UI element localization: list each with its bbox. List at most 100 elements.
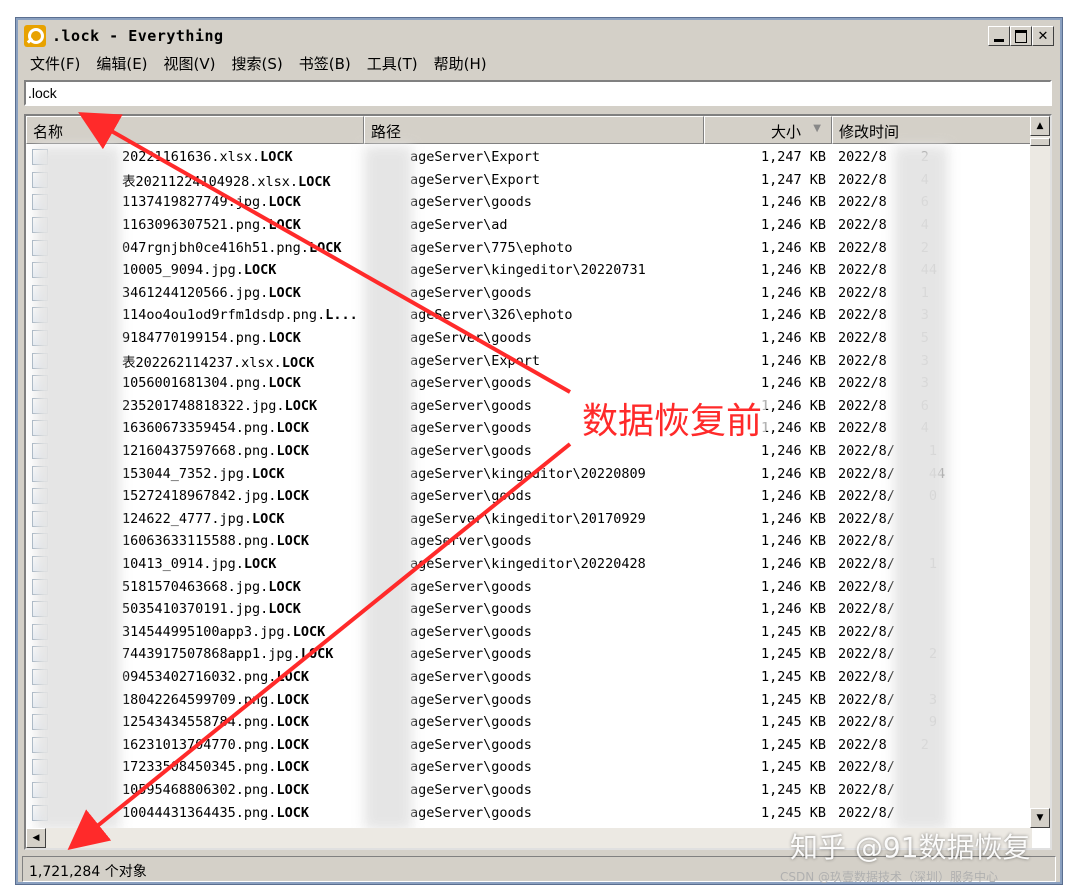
table-row[interactable]: 10413_0914.jpg.LOCK ageServer\kingeditor\…	[26, 553, 1032, 576]
menu-help[interactable]: 帮助(H)	[426, 53, 495, 74]
table-row[interactable]: 15272418967842.jpg.LOCK ageServer\goods 1,…	[26, 485, 1032, 508]
table-row[interactable]: 114oo4ou1od9rfm1dsdp.png.L... ageServer\3…	[26, 304, 1032, 327]
column-size-label: 大小	[770, 123, 801, 141]
table-row[interactable]: 5181570463668.jpg.LOCK ageServer\goods 1,2…	[26, 575, 1032, 598]
file-path: ageServer\goods	[410, 443, 532, 460]
file-date-value: 2022/8	[838, 352, 887, 369]
menu-file[interactable]: 文件(F)	[22, 53, 88, 74]
scroll-up-icon[interactable]: ▲	[1030, 116, 1050, 136]
table-row[interactable]: 10005_9094.jpg.LOCK ageServer\kingeditor\…	[26, 259, 1032, 282]
table-row[interactable]: 3461244120566.jpg.LOCK ageServer\goods 1,2…	[26, 282, 1032, 305]
table-row[interactable]: 7443917507868app1.jpg.LOCK ageServer\good…	[26, 643, 1032, 666]
file-name-base: 10044431364435.png.	[122, 804, 277, 821]
table-row[interactable]: 16360673359454.png.LOCK ageServer\goods 1,…	[26, 417, 1032, 440]
file-name-ext: LOCK	[292, 623, 326, 640]
close-button[interactable]: ✕	[1032, 26, 1054, 46]
table-row[interactable]: 表20211224104928.xlsx.LOCK ageServer\Expor…	[26, 169, 1032, 192]
menu-tools[interactable]: 工具(T)	[359, 53, 426, 74]
file-name-ext: LOCK	[243, 555, 277, 572]
menu-bookmarks[interactable]: 书签(B)	[291, 53, 359, 74]
menu-bar: 文件(F) 编辑(E) 视图(V) 搜索(S) 书签(B) 工具(T) 帮助(H…	[22, 50, 1056, 76]
file-name-ext: LOCK	[252, 510, 285, 527]
file-size: 1,246 KB	[760, 375, 826, 392]
table-row[interactable]: 12543434558784.png.LOCK ageServer\goods 1,…	[26, 711, 1032, 734]
results-list[interactable]: 名称 路径 大小 ▼ 修改时间 20221161636.xlsx.LOCK ageS…	[24, 114, 1052, 850]
table-row[interactable]: 9184770199154.png.LOCK ageServer\goods 1,2…	[26, 327, 1032, 350]
file-name-base: 16063633115588.png.	[122, 533, 277, 550]
file-name-ext: LOCK	[276, 804, 309, 821]
scroll-left-icon[interactable]: ◀	[26, 828, 46, 848]
scroll-down-icon[interactable]: ▼	[1030, 808, 1050, 828]
file-path: ageServer\goods	[410, 194, 532, 211]
maximize-button[interactable]	[1010, 26, 1032, 46]
file-date-value: 2022/8	[838, 149, 887, 166]
file-date-value: 2022/8/	[838, 623, 895, 640]
table-row[interactable]: 17233508450345.png.LOCK ageServer\goods 1,…	[26, 756, 1032, 779]
file-path: ageServer\kingeditor\20220809	[410, 465, 646, 482]
table-row[interactable]: 5035410370191.jpg.LOCK ageServer\goods 1,2…	[26, 598, 1032, 621]
table-row[interactable]: 09453402716032.png.LOCK ageServer\goods 1,…	[26, 666, 1032, 689]
file-path: ageServer\ad	[410, 217, 508, 234]
file-size: 1,246 KB	[760, 578, 826, 595]
file-size: 1,246 KB	[760, 330, 826, 347]
table-row[interactable]: 表202262114237.xlsx.LOCK ageServer\Export 1…	[26, 349, 1032, 372]
table-row[interactable]: 1056001681304.png.LOCK ageServer\goods 1,2…	[26, 372, 1032, 395]
search-input[interactable]: .lock	[24, 80, 1052, 106]
table-row[interactable]: 18042264599709.png.LOCK ageServer\goods 1,…	[26, 688, 1032, 711]
file-date-value: 2022/8	[838, 375, 887, 392]
table-row[interactable]: 235201748818322.jpg.LOCK ageServer\goods 1…	[26, 395, 1032, 418]
table-row[interactable]: 047rgnjbh0ce416h51.png.LOCK ageServer\775…	[26, 236, 1032, 259]
file-name-base: 16360673359454.png.	[122, 420, 277, 437]
file-name-ext: LOCK	[276, 736, 309, 753]
file-path: ageServer\goods	[410, 781, 532, 798]
file-name-base: 17233508450345.png.	[122, 759, 277, 776]
table-row[interactable]: 16231013704770.png.LOCK ageServer\goods 1,…	[26, 733, 1032, 756]
menu-edit[interactable]: 编辑(E)	[88, 53, 155, 74]
table-row[interactable]: 20221161636.xlsx.LOCK ageServer\Export 1,2…	[26, 146, 1032, 169]
file-name-base: 10413_0914.jpg.	[122, 555, 244, 572]
table-row[interactable]: 1137419827749.jpg.LOCK ageServer\goods 1,2…	[26, 191, 1032, 214]
file-name-base: 10005_9094.jpg.	[122, 262, 244, 279]
table-row[interactable]: 10595468806302.png.LOCK ageServer\goods 1,…	[26, 779, 1032, 802]
table-row[interactable]: 10044431364435.png.LOCK ageServer\goods 1,…	[26, 801, 1032, 824]
file-date-value: 2022/8/	[838, 714, 895, 731]
file-size: 1,245 KB	[760, 804, 826, 821]
table-row[interactable]: 314544995100app3.jpg.LOCK ageServer\goods…	[26, 620, 1032, 643]
table-row[interactable]: 124622_4777.jpg.LOCK ageServer\kingeditor…	[26, 508, 1032, 531]
table-row[interactable]: 1163096307521.png.LOCK ageServer\ad 1,246 …	[26, 214, 1032, 237]
file-path: ageServer\goods	[410, 533, 532, 550]
file-name-ext: LOCK	[276, 488, 309, 505]
file-date-value: 2022/8/	[838, 691, 895, 708]
vertical-scrollbar[interactable]: ▲ ▼	[1030, 116, 1050, 828]
window-title: .lock - Everything	[52, 27, 224, 45]
file-date-value: 2022/8	[838, 330, 887, 347]
column-path-header[interactable]: 路径	[364, 116, 704, 144]
file-name-ext: LOCK	[268, 284, 301, 301]
table-row[interactable]: 12160437597668.png.LOCK ageServer\goods 1,…	[26, 440, 1032, 463]
title-bar[interactable]: .lock - Everything ✕	[20, 22, 1058, 50]
file-date-value: 2022/8	[838, 284, 887, 301]
table-row[interactable]: 16063633115588.png.LOCK ageServer\goods 1,…	[26, 530, 1032, 553]
file-date-value: 2022/8	[838, 307, 887, 324]
file-size: 1,246 KB	[760, 465, 826, 482]
file-name-base: 1056001681304.png.	[122, 375, 269, 392]
file-date-value: 2022/8/	[838, 646, 895, 663]
table-row[interactable]: 153044_7352.jpg.LOCK ageServer\kingeditor…	[26, 462, 1032, 485]
menu-search[interactable]: 搜索(S)	[224, 53, 291, 74]
file-name-base: 3461244120566.jpg.	[122, 284, 269, 301]
file-path: ageServer\Export	[410, 171, 541, 188]
file-size: 1,246 KB	[760, 352, 826, 369]
path-blur-overlay	[364, 146, 412, 830]
file-date-value: 2022/8	[838, 239, 887, 256]
column-size-header[interactable]: 大小 ▼	[704, 116, 832, 144]
file-size: 1,246 KB	[760, 510, 826, 527]
minimize-button[interactable]	[988, 26, 1010, 46]
column-date-header[interactable]: 修改时间	[832, 116, 1032, 144]
menu-view[interactable]: 视图(V)	[156, 53, 224, 74]
file-path: ageServer\goods	[410, 646, 532, 663]
file-name-ext: LOCK	[260, 149, 293, 166]
column-name-header[interactable]: 名称	[26, 116, 364, 144]
file-size: 1,245 KB	[760, 759, 826, 776]
scroll-thumb[interactable]	[1030, 138, 1050, 146]
file-name-base: 15272418967842.jpg.	[122, 488, 277, 505]
